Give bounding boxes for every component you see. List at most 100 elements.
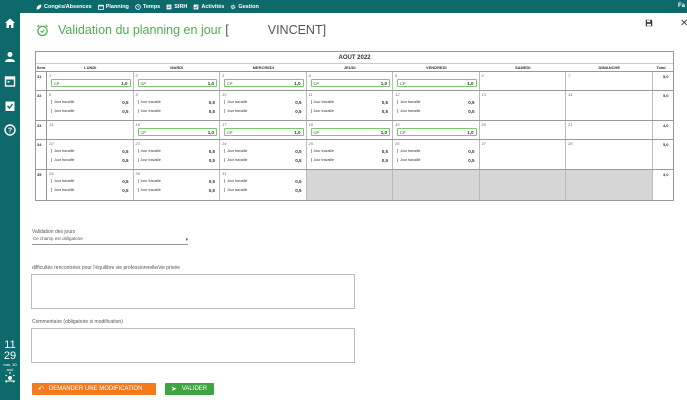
calendar-day-cell[interactable]: 21 xyxy=(566,121,653,139)
validation-select[interactable]: Ce champ est obligatoire ▾ xyxy=(32,236,188,245)
nav-temps[interactable]: Temps xyxy=(135,4,160,10)
sun-icon[interactable] xyxy=(4,371,16,383)
calendar-day-cell[interactable]: 19 CP 1,0 xyxy=(393,121,480,139)
calendar-day-cell[interactable]: 13 xyxy=(479,91,566,120)
worked-entry[interactable]: Jour travaillé 0,5 xyxy=(310,107,391,115)
worked-entry[interactable]: Jour travaillé 0,5 xyxy=(51,156,131,164)
worked-entry[interactable]: Jour travaillé 0,5 xyxy=(397,156,477,164)
cp-entry[interactable]: CP 1,0 xyxy=(310,128,390,136)
cp-entry[interactable]: CP 1,0 xyxy=(51,79,131,87)
validate-button[interactable]: ➤ VALIDER xyxy=(165,383,214,395)
worked-entry[interactable]: Jour travaillé 0,5 xyxy=(51,107,131,115)
help-icon[interactable]: ? xyxy=(4,124,16,136)
calendar-day-cell[interactable]: 31 Jour travaillé 0,5 Jour travaillé 0,5 xyxy=(220,170,307,200)
worked-value: 0,5 xyxy=(208,108,215,114)
cp-entry[interactable]: CP 1,0 xyxy=(137,79,217,87)
save-icon[interactable] xyxy=(645,19,653,27)
cp-entry[interactable]: CP 1,0 xyxy=(137,128,217,136)
worked-entry[interactable]: Jour travaillé 0,5 xyxy=(397,107,477,115)
commentaire-textarea[interactable] xyxy=(31,328,355,363)
sidebar-clock: 11 29 mar. 30 aoû xyxy=(0,340,20,373)
worked-entry[interactable]: Jour travaillé 0,5 xyxy=(224,156,304,164)
day-number: 1 xyxy=(49,73,52,78)
calendar-day-cell[interactable]: 29 Jour travaillé 0,5 Jour travaillé 0,5 xyxy=(47,170,134,200)
calendar-day-cell[interactable]: 2 CP 1,0 xyxy=(134,72,220,90)
worked-entry[interactable]: Jour travaillé 0,5 xyxy=(224,177,304,185)
worked-entry[interactable]: Jour travaillé 0,5 xyxy=(137,156,218,164)
cp-entry[interactable]: CP 1,0 xyxy=(397,79,477,87)
worked-entry[interactable]: Jour travaillé 0,5 xyxy=(137,98,218,106)
worked-entry[interactable]: Jour travaillé 0,5 xyxy=(397,147,477,155)
worked-entry[interactable]: Jour travaillé 0,5 xyxy=(51,186,131,194)
worked-entry[interactable]: Jour travaillé 0,5 xyxy=(224,107,304,115)
user-icon[interactable] xyxy=(4,51,16,63)
worked-entry[interactable]: Jour travaillé 0,5 xyxy=(310,98,391,106)
nav-activites[interactable]: Activités xyxy=(193,4,224,10)
day-number: 24 xyxy=(222,141,227,146)
calendar-day-cell[interactable]: 4 CP 1,0 xyxy=(307,72,393,90)
calendar-day-cell[interactable]: 3 CP 1,0 xyxy=(220,72,307,90)
calendar-day-cell[interactable] xyxy=(479,170,566,200)
calendar-day-cell[interactable]: 14 xyxy=(566,91,653,120)
worked-entry[interactable]: Jour travaillé 0,5 xyxy=(137,186,218,194)
checklist-icon[interactable] xyxy=(4,100,16,112)
cp-entry[interactable]: CP 1,0 xyxy=(224,128,304,136)
calendar-day-cell[interactable] xyxy=(393,170,480,200)
calendar-day-cell[interactable]: 9 Jour travaillé 0,5 Jour travaillé 0,5 xyxy=(134,91,220,120)
calendar-day-cell[interactable]: 25 Jour travaillé 0,5 Jour travaillé 0,5 xyxy=(307,140,393,169)
calendar-day-cell[interactable]: 20 xyxy=(479,121,566,139)
calendar-day-cell[interactable]: 11 Jour travaillé 0,5 Jour travaillé 0,5 xyxy=(307,91,393,120)
topbar-user[interactable]: Fa xyxy=(678,3,685,9)
calendar-day-cell[interactable]: 15 xyxy=(47,121,134,139)
calendar-day-cell[interactable]: 16 CP 1,0 xyxy=(134,121,220,139)
calendar-day-cell[interactable] xyxy=(566,170,653,200)
worked-entry[interactable]: Jour travaillé 0,5 xyxy=(137,147,218,155)
calendar-day-cell[interactable]: 5 CP 1,0 xyxy=(393,72,480,90)
calendar-day-cell[interactable]: 7 xyxy=(566,72,653,90)
calendar-day-cell[interactable]: 10 Jour travaillé 0,5 Jour travaillé 0,5 xyxy=(220,91,307,120)
cp-entry[interactable]: CP 1,0 xyxy=(397,128,477,136)
worked-entry[interactable]: Jour travaillé 0,5 xyxy=(224,186,304,194)
calendar-icon[interactable] xyxy=(4,75,16,87)
calendar-day-cell[interactable]: 26 Jour travaillé 0,5 Jour travaillé 0,5 xyxy=(393,140,480,169)
worked-label: Jour travaillé xyxy=(51,149,74,153)
home-icon[interactable] xyxy=(4,17,16,29)
calendar-day-cell[interactable]: 18 CP 1,0 xyxy=(307,121,393,139)
calendar-day-cell[interactable]: 12 Jour travaillé 0,5 Jour travaillé 0,5 xyxy=(393,91,480,120)
worked-entry[interactable]: Jour travaillé 0,5 xyxy=(310,147,391,155)
nav-sirh[interactable]: SIRH xyxy=(166,4,187,10)
calendar-day-cell[interactable]: 23 Jour travaillé 0,5 Jour travaillé 0,5 xyxy=(134,140,220,169)
calendar-day-cell[interactable]: 1 CP 1,0 xyxy=(47,72,134,90)
worked-entry[interactable]: Jour travaillé 0,5 xyxy=(397,98,477,106)
worked-entry[interactable]: Jour travaillé 0,5 xyxy=(51,177,131,185)
calendar-day-cell[interactable] xyxy=(306,170,393,200)
cp-entry[interactable]: CP 1,0 xyxy=(224,79,304,87)
day-number xyxy=(309,171,391,176)
difficultes-textarea[interactable] xyxy=(31,274,355,309)
page-title: Validation du planning en jour [ VINCENT… xyxy=(58,23,326,37)
day-number: 3 xyxy=(222,73,225,78)
worked-entry[interactable]: Jour travaillé 0,5 xyxy=(137,177,218,185)
worked-entry[interactable]: Jour travaillé 0,5 xyxy=(137,107,218,115)
calendar-day-cell[interactable]: 8 Jour travaillé 0,5 Jour travaillé 0,5 xyxy=(47,91,134,120)
calendar-day-cell[interactable]: 24 Jour travaillé 0,5 Jour travaillé 0,5 xyxy=(220,140,307,169)
calendar-day-cell[interactable]: 30 Jour travaillé 0,5 Jour travaillé 0,5 xyxy=(134,170,220,200)
worked-entry[interactable]: Jour travaillé 0,5 xyxy=(224,98,304,106)
worked-entry[interactable]: Jour travaillé 0,5 xyxy=(310,156,391,164)
nav-planning[interactable]: Planning xyxy=(97,4,129,10)
calendar-day-cell[interactable]: 17 CP 1,0 xyxy=(220,121,307,139)
calendar-day-cell[interactable]: 27 xyxy=(479,140,566,169)
cp-entry[interactable]: CP 1,0 xyxy=(310,79,390,87)
nav-gestion[interactable]: Gestion xyxy=(230,3,259,10)
worked-entry[interactable]: Jour travaillé 0,5 xyxy=(51,147,131,155)
request-modification-button[interactable]: ↶ DEMANDER UNE MODIFICATION xyxy=(32,383,156,395)
close-icon[interactable]: ✕ xyxy=(680,18,687,29)
calendar-day-cell[interactable]: 22 Jour travaillé 0,5 Jour travaillé 0,5 xyxy=(47,140,134,169)
nav-conges[interactable]: Congés/Absences xyxy=(36,4,92,10)
worked-entry[interactable]: Jour travaillé 0,5 xyxy=(51,98,131,106)
worked-value: 0,5 xyxy=(295,99,302,105)
calendar-day-cell[interactable]: 28 xyxy=(566,140,653,169)
nav-gestion-label: Gestion xyxy=(238,3,259,10)
worked-entry[interactable]: Jour travaillé 0,5 xyxy=(224,147,304,155)
calendar-day-cell[interactable]: 6 xyxy=(479,72,566,90)
